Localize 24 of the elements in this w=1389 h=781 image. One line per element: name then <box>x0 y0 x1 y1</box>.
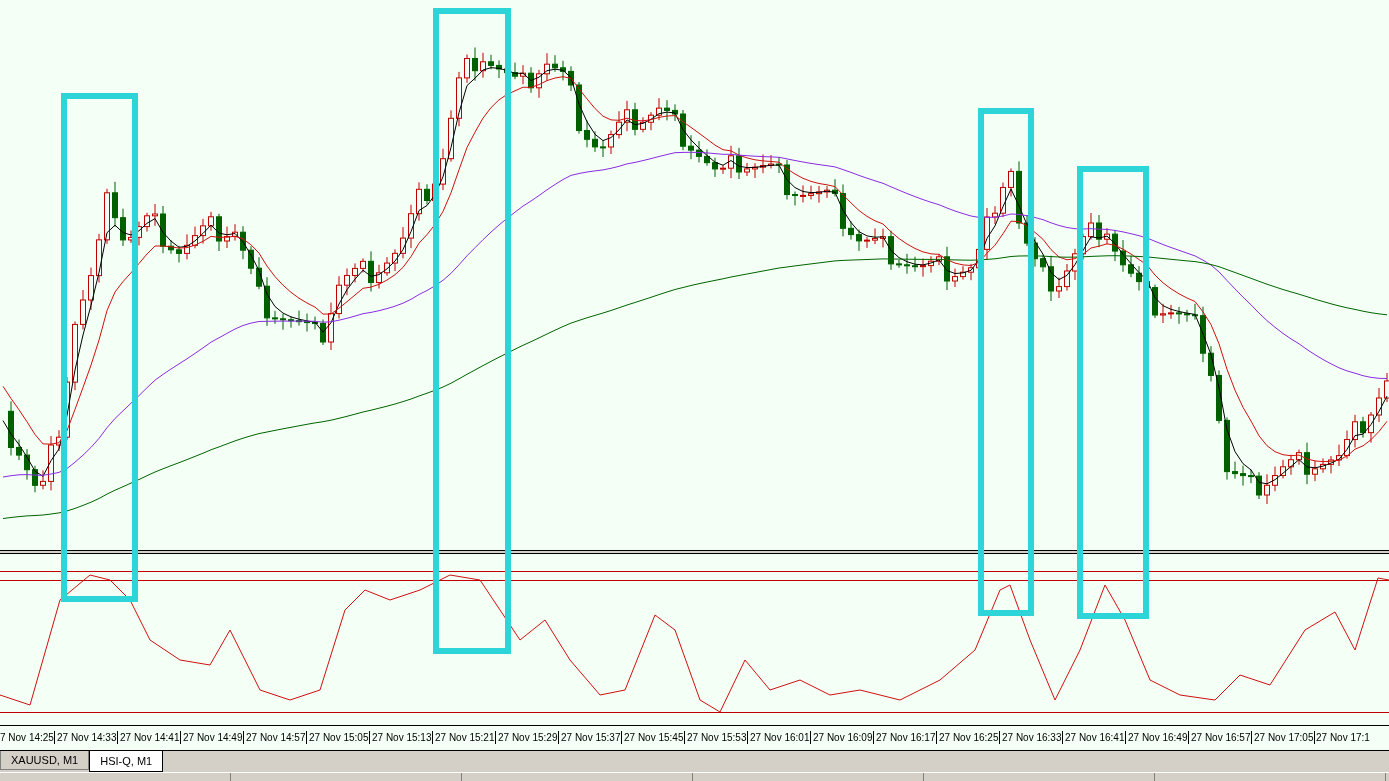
time-axis-label: 7 Nov 14:25 <box>0 731 54 744</box>
time-axis-label: 27 Nov 16:33 <box>999 731 1062 744</box>
chart-tab[interactable]: XAUUSD, M1 <box>0 751 90 770</box>
time-axis-label: 27 Nov 15:05 <box>306 731 369 744</box>
time-axis-label: 27 Nov 16:57 <box>1188 731 1251 744</box>
time-axis-label: 27 Nov 16:41 <box>1062 731 1125 744</box>
time-axis-label: 27 Nov 15:29 <box>495 731 558 744</box>
time-axis-label: 27 Nov 15:45 <box>621 731 684 744</box>
time-axis-label: 27 Nov 14:57 <box>243 731 306 744</box>
time-axis-label: 27 Nov 15:37 <box>558 731 621 744</box>
chart-tab[interactable]: HSI-Q, M1 <box>89 751 164 772</box>
time-axis-label: 27 Nov 17:05 <box>1251 731 1314 744</box>
time-axis-label: 27 Nov 15:13 <box>369 731 432 744</box>
time-axis-label: 27 Nov 14:41 <box>117 731 180 744</box>
time-axis-label: 27 Nov 17:1 <box>1314 731 1389 744</box>
time-axis-label: 27 Nov 16:01 <box>747 731 810 744</box>
time-axis-label: 27 Nov 15:21 <box>432 731 495 744</box>
time-axis-label: 27 Nov 15:53 <box>684 731 747 744</box>
time-axis-label: 27 Nov 16:25 <box>936 731 999 744</box>
time-axis-label: 27 Nov 14:49 <box>180 731 243 744</box>
time-axis-label: 27 Nov 16:09 <box>810 731 873 744</box>
time-axis-label: 27 Nov 16:49 <box>1125 731 1188 744</box>
time-axis-label: 27 Nov 16:17 <box>873 731 936 744</box>
time-axis-label: 27 Nov 14:33 <box>54 731 117 744</box>
